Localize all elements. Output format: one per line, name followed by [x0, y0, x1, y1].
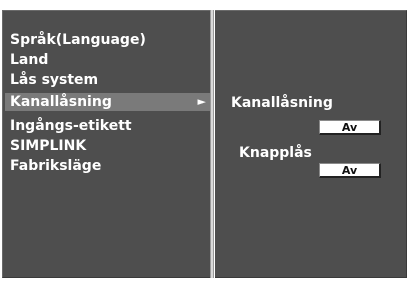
tv-osd-menu: Språk(Language) Land Lås system Kanallås…: [0, 0, 408, 283]
menu-item-simplink[interactable]: SIMPLINK: [10, 137, 86, 155]
menu-item-language[interactable]: Språk(Language): [10, 31, 146, 49]
menu-item-input-label[interactable]: Ingångs-etikett: [10, 117, 132, 135]
arrow-right-icon: ►: [197, 95, 206, 108]
submenu-panel: Kanallåsning Av Knapplås Av: [215, 10, 407, 278]
menu-item-factory-mode[interactable]: Fabriksläge: [10, 157, 101, 175]
main-menu-panel: Språk(Language) Land Lås system Kanallås…: [2, 10, 210, 278]
menu-item-lock-system[interactable]: Lås system: [10, 71, 98, 89]
menu-item-channel-lock[interactable]: Kanallåsning ►: [5, 93, 210, 111]
menu-item-channel-lock-label: Kanallåsning: [10, 94, 112, 110]
key-lock-value-box[interactable]: Av: [319, 163, 381, 178]
channel-lock-label: Kanallåsning: [231, 95, 333, 111]
channel-lock-value-box[interactable]: Av: [319, 120, 381, 135]
menu-item-country[interactable]: Land: [10, 51, 48, 69]
key-lock-label: Knapplås: [239, 145, 312, 161]
panel-divider: [210, 10, 214, 278]
